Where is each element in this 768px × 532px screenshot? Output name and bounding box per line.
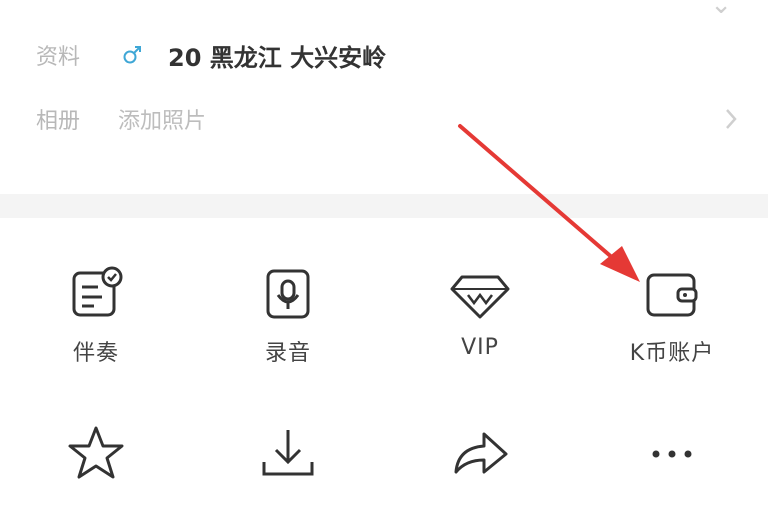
chevron-right-icon bbox=[726, 109, 737, 129]
more-icon bbox=[652, 450, 692, 458]
menu-item-accompaniment[interactable]: 伴奏 bbox=[0, 263, 192, 373]
menu-item-label: 伴奏 bbox=[72, 341, 119, 366]
profile-label: 资料 bbox=[36, 45, 81, 70]
album-label: 相册 bbox=[36, 109, 81, 134]
menu-item-label: 录音 bbox=[264, 341, 311, 366]
menu-item-label: VIP bbox=[461, 335, 499, 360]
profile-value: 20 黑龙江 大兴安岭 bbox=[168, 43, 387, 72]
add-photo-link[interactable]: 添加照片 bbox=[118, 103, 206, 135]
profile-row[interactable]: 资料 20 黑龙江 大兴安岭 bbox=[0, 25, 768, 85]
wallet-icon bbox=[646, 273, 698, 317]
vip-diamond-icon bbox=[450, 275, 510, 319]
accompaniment-icon bbox=[72, 266, 123, 317]
download-icon bbox=[262, 430, 314, 476]
share-icon bbox=[454, 432, 508, 474]
menu-item-vip[interactable]: VIP bbox=[384, 263, 576, 373]
menu-item-favorites[interactable] bbox=[0, 422, 192, 532]
menu-item-label: K币账户 bbox=[629, 341, 715, 366]
menu-item-share[interactable] bbox=[384, 422, 576, 532]
recording-icon bbox=[266, 269, 310, 319]
chevron-down-icon: ⌄ bbox=[710, 0, 732, 20]
star-icon bbox=[68, 426, 124, 479]
male-icon bbox=[123, 46, 141, 64]
top-edge: ⌄ bbox=[0, 0, 768, 20]
menu-item-k-coin-account[interactable]: K币账户 bbox=[576, 263, 768, 373]
section-divider bbox=[0, 194, 768, 218]
menu-item-recording[interactable]: 录音 bbox=[192, 263, 384, 373]
menu-item-download[interactable] bbox=[192, 422, 384, 532]
menu-item-more[interactable] bbox=[576, 422, 768, 532]
album-row[interactable]: 相册 添加照片 bbox=[0, 89, 768, 149]
